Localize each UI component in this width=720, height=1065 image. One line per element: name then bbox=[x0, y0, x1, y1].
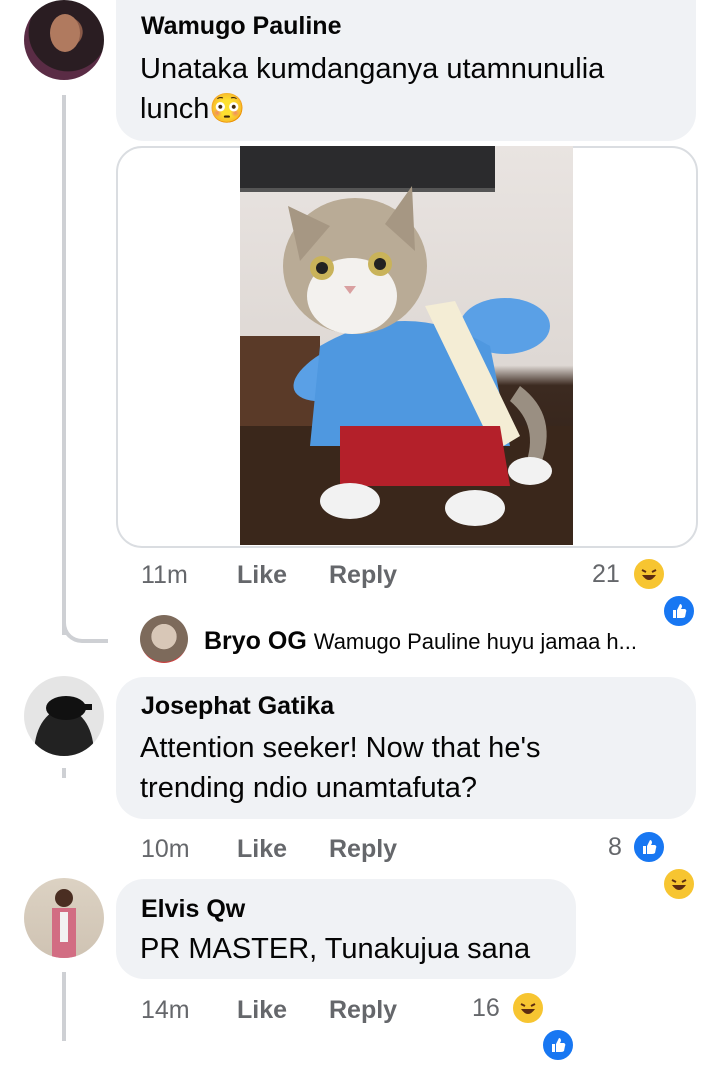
reply-preview[interactable]: Bryo OG Wamugo Pauline huyu jamaa h... bbox=[204, 627, 637, 656]
reaction-icons[interactable] bbox=[632, 830, 702, 901]
reply-button[interactable]: Reply bbox=[329, 835, 397, 864]
avatar[interactable] bbox=[24, 676, 104, 756]
reply-snippet: Wamugo Pauline huyu jamaa h... bbox=[313, 629, 638, 654]
comment-author[interactable]: Josephat Gatika bbox=[141, 692, 334, 721]
comment-text: Attention seeker! Now that he's bbox=[140, 732, 541, 764]
reply-avatar[interactable] bbox=[140, 615, 188, 663]
comment-text: PR MASTER, Tunakujua sana bbox=[140, 933, 531, 965]
comment-author[interactable]: Elvis Qw bbox=[141, 895, 245, 924]
reaction-count[interactable]: 16 bbox=[472, 994, 500, 1023]
like-icon bbox=[541, 1028, 575, 1062]
comment-text: Unataka kumdanganya utamnunulia bbox=[140, 53, 605, 85]
comment-author[interactable]: Wamugo Pauline bbox=[141, 12, 341, 41]
comment-text: trending ndio unamtafuta? bbox=[140, 772, 477, 804]
like-button[interactable]: Like bbox=[237, 835, 287, 864]
reply-button[interactable]: Reply bbox=[329, 996, 397, 1025]
reaction-icons[interactable] bbox=[511, 991, 581, 1062]
cat-photo[interactable] bbox=[240, 146, 573, 545]
thread-line bbox=[62, 95, 66, 635]
thread-connector bbox=[62, 605, 108, 643]
comment-time[interactable]: 14m bbox=[141, 996, 190, 1025]
reaction-icons[interactable] bbox=[632, 557, 702, 628]
reaction-count[interactable]: 21 bbox=[592, 560, 620, 589]
like-icon bbox=[662, 594, 696, 628]
reaction-count[interactable]: 8 bbox=[608, 833, 622, 862]
haha-icon bbox=[511, 991, 545, 1025]
reply-button[interactable]: Reply bbox=[329, 561, 397, 590]
thread-line bbox=[62, 972, 66, 1041]
reply-author[interactable]: Bryo OG bbox=[204, 627, 307, 655]
comment-text: lunch😳 bbox=[140, 93, 246, 125]
thread-line-stub bbox=[62, 768, 66, 778]
avatar[interactable] bbox=[24, 878, 104, 958]
comment-time[interactable]: 10m bbox=[141, 835, 190, 864]
like-button[interactable]: Like bbox=[237, 561, 287, 590]
haha-icon bbox=[632, 557, 666, 591]
like-icon bbox=[632, 830, 666, 864]
cat-illustration bbox=[240, 146, 573, 545]
like-button[interactable]: Like bbox=[237, 996, 287, 1025]
avatar-face bbox=[50, 14, 80, 52]
haha-icon bbox=[662, 867, 696, 901]
avatar[interactable] bbox=[24, 0, 104, 80]
comment-time[interactable]: 11m bbox=[141, 561, 188, 590]
